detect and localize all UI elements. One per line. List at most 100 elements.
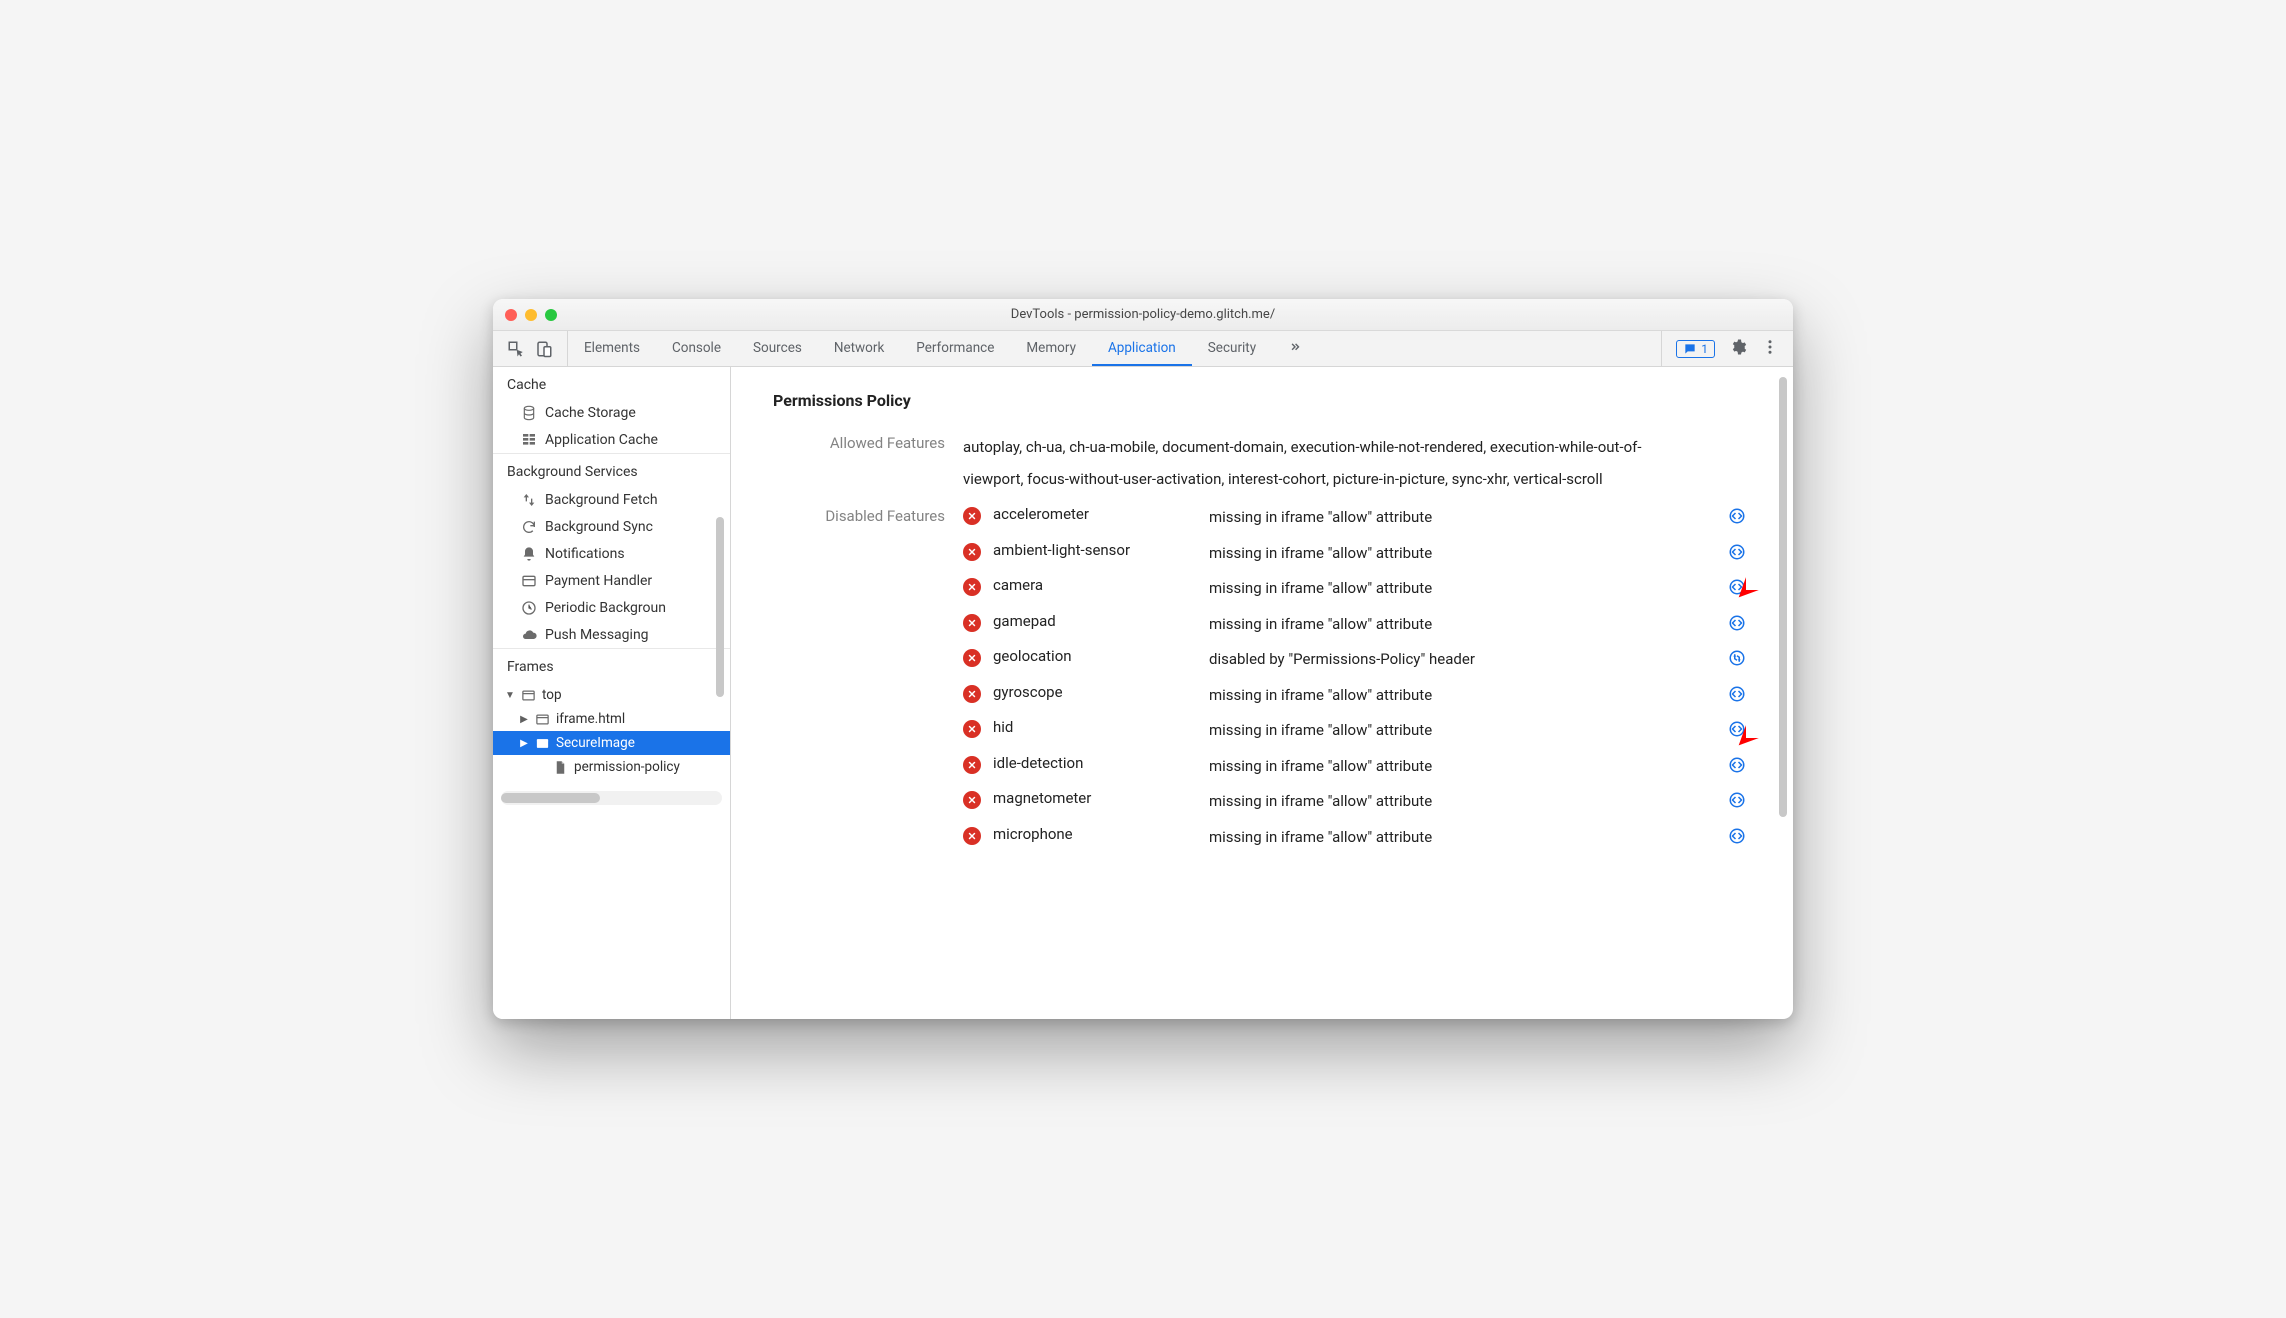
- tab-elements[interactable]: Elements: [568, 331, 656, 366]
- device-toggle-icon[interactable]: [535, 340, 553, 358]
- disabled-icon: [963, 791, 981, 809]
- sidebar-item-periodic-bg[interactable]: Periodic Backgroun: [493, 594, 730, 621]
- frame-label: permission-policy: [574, 759, 680, 775]
- main-vertical-scrollbar[interactable]: [1777, 373, 1789, 1011]
- feature-reason: missing in iframe "allow" attribute: [1209, 612, 1721, 638]
- tab-memory[interactable]: Memory: [1010, 331, 1092, 366]
- tab-sources[interactable]: Sources: [737, 331, 818, 366]
- disabled-icon: [963, 543, 981, 561]
- frame-label: iframe.html: [556, 711, 625, 727]
- disabled-icon: [963, 649, 981, 667]
- allowed-features-row: Allowed Features autoplay, ch-ua, ch-ua-…: [773, 432, 1763, 495]
- cloud-icon: [521, 627, 537, 643]
- sidebar-item-label: Background Fetch: [545, 492, 658, 508]
- issues-count: 1: [1701, 342, 1708, 356]
- disabled-feature-row: idle-detectionmissing in iframe "allow" …: [963, 754, 1763, 780]
- feature-name: microphone: [993, 825, 1203, 843]
- allowed-features-label: Allowed Features: [773, 432, 963, 452]
- frame-label: SecureImage: [556, 735, 635, 751]
- tab-performance[interactable]: Performance: [900, 331, 1010, 366]
- sidebar-item-label: Notifications: [545, 546, 625, 562]
- sidebar-item-label: Application Cache: [545, 432, 658, 448]
- disabled-feature-row: gyroscopemissing in iframe "allow" attri…: [963, 683, 1763, 709]
- frame-iframe-html[interactable]: ▶ iframe.html: [493, 707, 730, 731]
- zoom-window-button[interactable]: [545, 309, 557, 321]
- sidebar-vertical-scrollbar[interactable]: [714, 417, 726, 1007]
- annotation-arrow-icon: [1735, 557, 1779, 601]
- frame-top[interactable]: ▼ top: [493, 683, 730, 707]
- window-title: DevTools - permission-policy-demo.glitch…: [493, 307, 1793, 322]
- reveal-in-elements-icon[interactable]: [1727, 826, 1747, 846]
- tab-application[interactable]: Application: [1092, 331, 1192, 366]
- reveal-in-elements-icon[interactable]: [1727, 613, 1747, 633]
- tab-network[interactable]: Network: [818, 331, 900, 366]
- minimize-window-button[interactable]: [525, 309, 537, 321]
- disabled-icon: [963, 507, 981, 525]
- sidebar-item-label: Cache Storage: [545, 405, 636, 421]
- sidebar-item-notifications[interactable]: Notifications: [493, 540, 730, 567]
- disabled-feature-row: magnetometer missing in iframe "allow" at…: [963, 789, 1763, 815]
- feature-reason: missing in iframe "allow" attribute: [1209, 754, 1721, 780]
- disabled-features-list: accelerometer missing in iframe "allow" a…: [963, 505, 1763, 850]
- sidebar-item-push-messaging[interactable]: Push Messaging: [493, 621, 730, 648]
- reveal-in-elements-icon[interactable]: [1727, 506, 1747, 526]
- reveal-in-elements-icon[interactable]: [1727, 755, 1747, 775]
- issues-button[interactable]: 1: [1676, 340, 1715, 358]
- panel-tabs: Elements Console Sources Network Perform…: [568, 331, 1661, 366]
- frame-secureimage[interactable]: ▶ SecureImage: [493, 731, 730, 755]
- feature-reason: missing in iframe "allow" attribute: [1209, 576, 1721, 602]
- disabled-features-row: Disabled Features accelerometermissing i…: [773, 505, 1763, 850]
- frame-icon: [521, 688, 536, 703]
- reveal-in-network-icon[interactable]: [1727, 648, 1747, 668]
- sidebar-item-bg-fetch[interactable]: Background Fetch: [493, 486, 730, 513]
- disabled-feature-row: geolocationdisabled by "Permissions-Poli…: [963, 647, 1763, 673]
- sidebar-item-app-cache[interactable]: Application Cache: [493, 426, 730, 453]
- sidebar-horizontal-scrollbar[interactable]: [501, 791, 722, 805]
- feature-reason: missing in iframe "allow" attribute: [1209, 505, 1721, 531]
- tab-console[interactable]: Console: [656, 331, 737, 366]
- sidebar-item-payment-handler[interactable]: Payment Handler: [493, 567, 730, 594]
- clock-icon: [521, 600, 537, 616]
- sidebar-item-label: Background Sync: [545, 519, 653, 535]
- sidebar: Cache Cache Storage Application Cache Ba…: [493, 367, 731, 1019]
- updown-icon: [521, 492, 537, 508]
- chevron-right-icon: ▶: [519, 714, 529, 725]
- more-icon[interactable]: [1761, 338, 1779, 360]
- settings-icon[interactable]: [1729, 338, 1747, 360]
- database-icon: [521, 405, 537, 421]
- feature-name: ambient-light-sensor: [993, 541, 1203, 559]
- feature-reason: missing in iframe "allow" attribute: [1209, 718, 1721, 744]
- disabled-icon: [963, 578, 981, 596]
- disabled-feature-row: accelerometer missing in iframe "allow" a…: [963, 505, 1763, 531]
- main-panel: Permissions Policy Allowed Features auto…: [731, 367, 1793, 1019]
- frame-icon: [535, 736, 550, 751]
- side-section-cache: Cache: [493, 367, 730, 399]
- disabled-icon: [963, 685, 981, 703]
- annotation-arrow-icon: [1735, 705, 1779, 749]
- reveal-in-elements-icon[interactable]: [1727, 684, 1747, 704]
- sidebar-item-cache-storage[interactable]: Cache Storage: [493, 399, 730, 426]
- frame-permission-policy-file[interactable]: permission-policy: [493, 755, 730, 779]
- disabled-feature-row: cameramissing in iframe "allow" attribut…: [963, 576, 1763, 602]
- feature-name: accelerometer: [993, 505, 1203, 523]
- tabs-overflow-button[interactable]: [1272, 331, 1318, 366]
- allowed-features-value: autoplay, ch-ua, ch-ua-mobile, document-…: [963, 432, 1653, 495]
- sidebar-item-bg-sync[interactable]: Background Sync: [493, 513, 730, 540]
- feature-name: hid: [993, 718, 1203, 736]
- sidebar-item-label: Push Messaging: [545, 627, 649, 643]
- feature-name: magnetometer: [993, 789, 1203, 807]
- sidebar-item-label: Periodic Backgroun: [545, 600, 666, 616]
- feature-reason: missing in iframe "allow" attribute: [1209, 683, 1721, 709]
- reveal-in-elements-icon[interactable]: [1727, 790, 1747, 810]
- feature-reason: missing in iframe "allow" attribute: [1209, 789, 1721, 815]
- close-window-button[interactable]: [505, 309, 517, 321]
- feature-reason: disabled by "Permissions-Policy" header: [1209, 647, 1721, 673]
- feature-reason: missing in iframe "allow" attribute: [1209, 825, 1721, 851]
- disabled-feature-row: ambient-light-sensormissing in iframe "a…: [963, 541, 1763, 567]
- frames-tree: ▼ top ▶ iframe.html ▶ SecureImage: [493, 681, 730, 787]
- tab-security[interactable]: Security: [1192, 331, 1272, 366]
- inspect-icon[interactable]: [507, 340, 525, 358]
- disabled-icon: [963, 827, 981, 845]
- sync-icon: [521, 519, 537, 535]
- grid-icon: [521, 432, 537, 448]
